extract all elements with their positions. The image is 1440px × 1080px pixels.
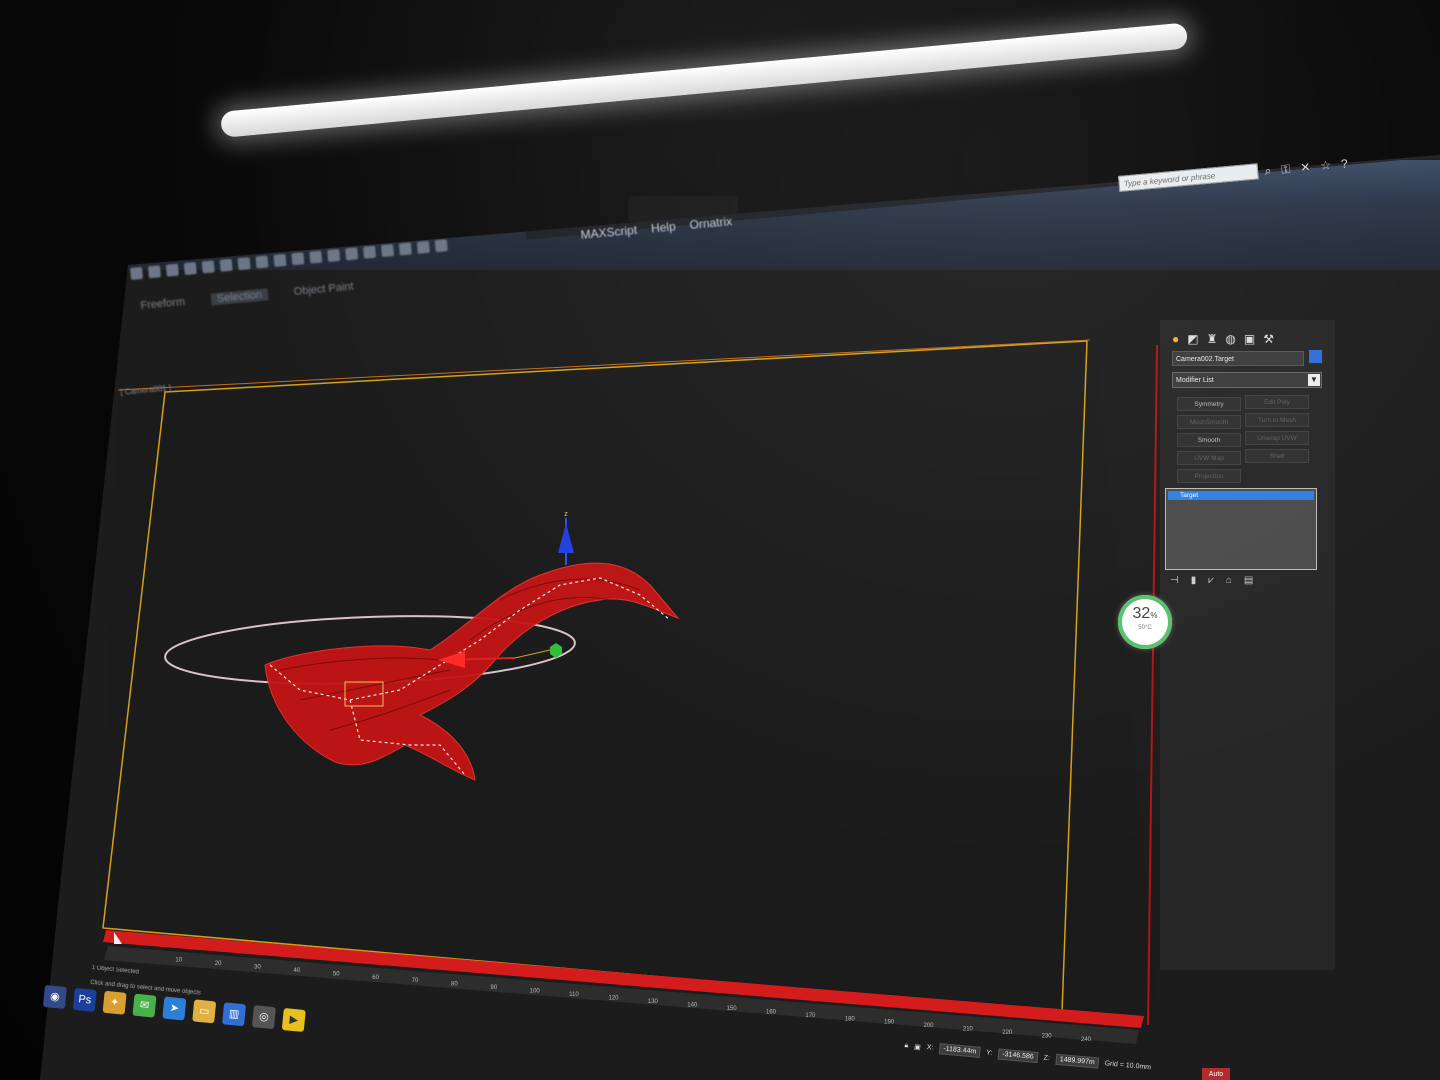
photoshop-icon[interactable]: Ps — [72, 987, 97, 1012]
timeline-tick-label: 130 — [648, 999, 659, 1005]
x-label: X: — [926, 1044, 934, 1052]
modifier-button-turn-to-mesh[interactable]: Turn to Mesh — [1245, 413, 1309, 427]
app-icon[interactable]: ✦ — [102, 990, 127, 1015]
timeline-tick-label: 170 — [805, 1013, 816, 1019]
player-icon[interactable]: ▶ — [281, 1008, 306, 1033]
timeline-tick-label: 210 — [963, 1027, 974, 1033]
y-label: Y: — [985, 1049, 993, 1057]
timeline-tick-label: 110 — [569, 992, 579, 998]
modifier-list-label: Modifier List — [1176, 377, 1214, 384]
pin-stack-icon[interactable]: ⊣ — [1170, 575, 1179, 586]
timeline-tick-label: 120 — [609, 996, 620, 1002]
feishu-icon[interactable]: ➤ — [162, 996, 187, 1021]
absolute-mode-icon[interactable]: ▣ — [914, 1042, 921, 1051]
stack-tools: ⊣ ▮ ⩗ ⌂ ▤ — [1170, 575, 1253, 586]
modifier-list-dropdown[interactable]: Modifier List ▼ — [1172, 372, 1322, 388]
object-name-field[interactable]: Camera002.Target — [1172, 351, 1304, 366]
modifier-stack[interactable]: Target — [1165, 488, 1317, 570]
3dsmax-icon[interactable]: ◎ — [251, 1005, 276, 1030]
make-unique-icon[interactable]: ⩗ — [1208, 575, 1214, 586]
track-bar[interactable] — [104, 946, 1139, 1044]
create-tab-icon[interactable]: ● — [1172, 332, 1179, 346]
wechat-icon[interactable]: ✉ — [132, 993, 157, 1018]
modifier-button-shell[interactable]: Shell — [1245, 449, 1309, 463]
timeline-tick-label: 150 — [727, 1006, 738, 1012]
object-color-swatch[interactable] — [1309, 350, 1322, 363]
remove-modifier-icon[interactable]: ⌂ — [1226, 575, 1232, 586]
timeline-tick-label: 20 — [215, 961, 222, 967]
performance-meter: 32% 50°C — [1118, 595, 1172, 649]
timeline-tick-label: 240 — [1081, 1037, 1092, 1043]
auto-key-button[interactable]: Auto — [1202, 1068, 1230, 1080]
grid-size-text: Grid = 10.0mm — [1104, 1060, 1152, 1072]
chevron-down-icon[interactable]: ▼ — [1308, 374, 1320, 386]
modifier-button-uvw-map[interactable]: UVW Map — [1177, 451, 1241, 465]
timeline-tick-label: 30 — [254, 964, 261, 970]
timeline-tick-label: 10 — [175, 957, 182, 963]
z-label: Z: — [1043, 1054, 1051, 1063]
hierarchy-tab-icon[interactable]: ♜ — [1207, 332, 1218, 346]
performance-meter-value: 32% — [1132, 605, 1158, 622]
gizmo-z-label: z — [564, 511, 568, 518]
motion-tab-icon[interactable]: ◍ — [1225, 332, 1235, 346]
modifier-button-symmetry[interactable]: Symmetry — [1177, 397, 1241, 411]
modifier-button-unwrap-uvw[interactable]: Unwrap UVW — [1245, 431, 1309, 445]
display-tab-icon[interactable]: ▣ — [1244, 332, 1255, 346]
time-slider[interactable]: 10 20 30 40 50 60 70 80 90 100 110 120 130 140 150 160 1… — [56, 928, 1156, 1048]
timeline-tick-label: 90 — [490, 985, 497, 991]
timeline-tick-label: 140 — [687, 1002, 698, 1008]
utilities-tab-icon[interactable]: ⚒ — [1263, 332, 1274, 346]
timeline-tick-label: 230 — [1042, 1034, 1053, 1040]
timeline-tick-label: 40 — [294, 968, 301, 974]
folder-icon[interactable]: ▭ — [192, 999, 217, 1024]
timeline-tick-label: 190 — [884, 1020, 895, 1026]
show-end-result-icon[interactable]: ▮ — [1191, 575, 1197, 586]
viewport-right-edge — [1147, 344, 1158, 1026]
windows-start-icon[interactable]: ◉ — [42, 985, 67, 1010]
modifier-button-meshsmooth[interactable]: MeshSmooth — [1177, 415, 1241, 429]
timeline-tick-label: 70 — [412, 978, 419, 984]
timeline-tick-label: 100 — [530, 989, 541, 995]
lock-icon[interactable]: 🔒︎ — [904, 1041, 908, 1049]
timeline-tick-label: 200 — [924, 1023, 935, 1029]
timeline-tick-label: 60 — [372, 975, 379, 981]
store-icon[interactable]: ▥ — [222, 1002, 247, 1027]
timeline-tick-label: 180 — [845, 1016, 856, 1022]
timeline-tick-label: 50 — [333, 971, 340, 977]
modify-tab-icon[interactable]: ◩ — [1187, 332, 1198, 346]
command-panel-tabs: ● ◩ ♜ ◍ ▣ ⚒ — [1172, 332, 1274, 346]
configure-modifier-sets-icon[interactable]: ▤ — [1244, 575, 1253, 586]
timeline-tick-label: 220 — [1002, 1030, 1013, 1036]
performance-meter-temperature: 50°C — [1138, 625, 1152, 631]
stack-item-target[interactable]: Target — [1168, 491, 1314, 500]
timeline-tick-label: 80 — [451, 982, 458, 988]
modifier-button-smooth[interactable]: Smooth — [1177, 433, 1241, 447]
timeline-tick-label: 160 — [766, 1009, 777, 1015]
modifier-button-projection[interactable]: Projection — [1177, 469, 1241, 483]
viewport-background — [100, 338, 1160, 1030]
modifier-button-edit-poly[interactable]: Edit Poly — [1245, 395, 1309, 409]
photo-scene: Type a keyword or phrase ⌕ ⚿ ✕ ☆ ? MAXSc… — [0, 0, 1440, 1080]
